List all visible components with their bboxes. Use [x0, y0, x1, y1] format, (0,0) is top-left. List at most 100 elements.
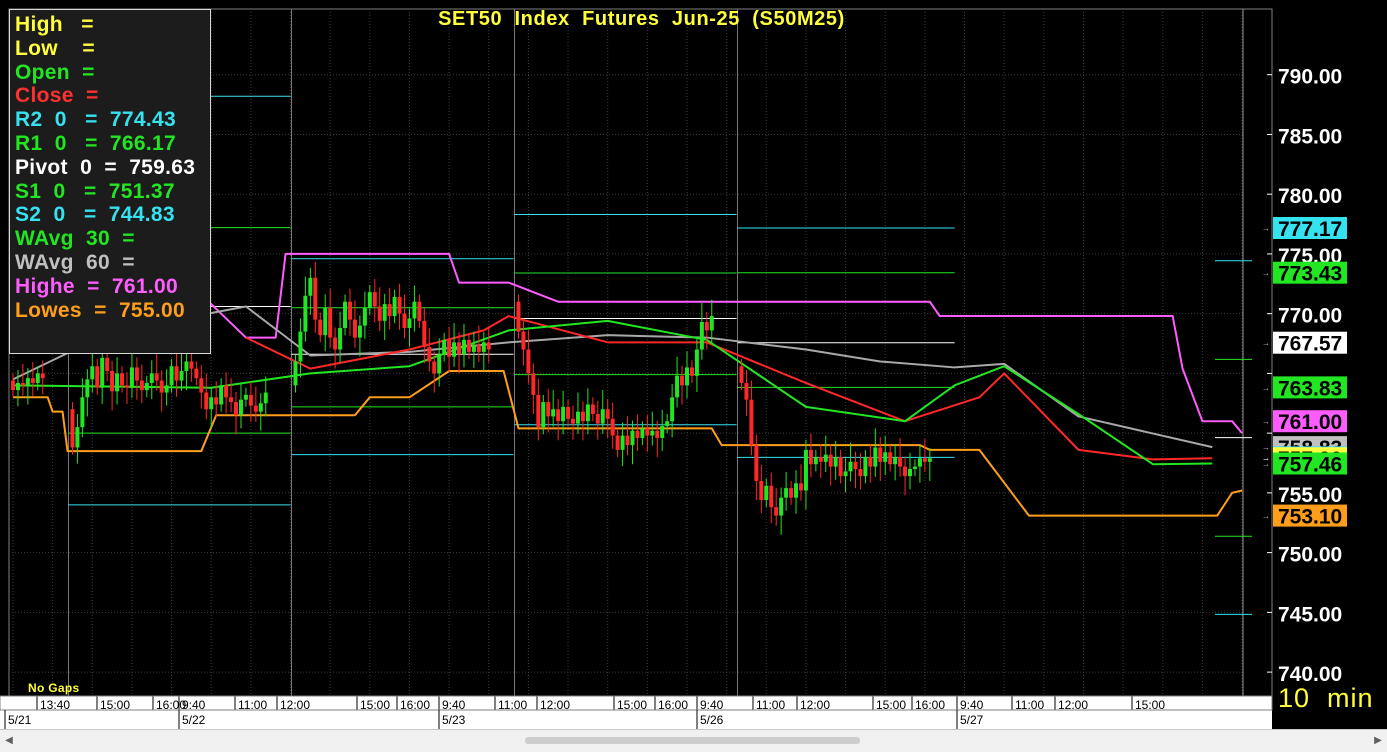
- candle-body: [898, 457, 903, 467]
- candle-body: [838, 457, 843, 477]
- candle-body: [883, 452, 888, 462]
- candle-body: [571, 418, 576, 424]
- candle-body: [229, 397, 234, 403]
- candle-body: [858, 468, 863, 477]
- info-line: S2 0 = 744.83: [15, 203, 175, 227]
- candle-body: [194, 368, 199, 379]
- candle-body: [447, 339, 452, 357]
- candle-body: [397, 296, 402, 314]
- candle-body: [769, 485, 774, 508]
- candle-body: [139, 380, 144, 391]
- date-tick-label: 5/26: [700, 713, 724, 727]
- candle-body: [610, 418, 615, 436]
- candle-body: [258, 403, 263, 412]
- date-tick-label: 5/23: [442, 713, 466, 727]
- candle-body: [833, 457, 838, 467]
- candle-body: [680, 375, 685, 386]
- candle-body: [551, 409, 556, 417]
- candle-body: [863, 457, 868, 477]
- candle-body: [615, 435, 620, 450]
- info-line: Close =: [15, 84, 99, 108]
- candle-body: [521, 331, 526, 350]
- price-arrow-icon: →: [1262, 339, 1270, 348]
- candle-body: [655, 430, 660, 438]
- candle-body: [675, 375, 680, 398]
- candle-body: [595, 414, 600, 424]
- candle-body: [536, 394, 541, 428]
- candle-body: [625, 435, 630, 446]
- price-label: 757.46: [1278, 453, 1342, 476]
- candle-body: [179, 371, 184, 381]
- scroll-left-arrow-icon[interactable]: ◀: [0, 730, 18, 752]
- candle-body: [689, 367, 694, 376]
- candle-body: [362, 307, 367, 326]
- candle-body: [144, 382, 149, 391]
- candle-body: [912, 466, 917, 469]
- candle-body: [774, 507, 779, 516]
- price-label: 767.57: [1278, 333, 1342, 356]
- no-gaps-label: No Gaps: [28, 681, 80, 695]
- candle-body: [848, 461, 853, 472]
- candle-body: [352, 319, 357, 338]
- scroll-right-arrow-icon[interactable]: ▶: [1369, 730, 1387, 752]
- candle-body: [798, 483, 803, 491]
- info-line: R2 0 = 774.43: [15, 108, 176, 132]
- candle-body: [471, 344, 476, 352]
- info-line: Highe = 761.00: [15, 274, 178, 298]
- candle-body: [303, 295, 308, 332]
- candle-body: [20, 382, 25, 386]
- candle-body: [754, 445, 759, 481]
- candle-body: [452, 342, 457, 357]
- candle-body: [546, 402, 551, 417]
- candle-body: [823, 454, 828, 462]
- candle-body: [323, 307, 328, 336]
- candle-body: [90, 366, 95, 380]
- candle-body: [199, 378, 204, 393]
- price-arrow-icon: →: [1262, 512, 1270, 521]
- candle-body: [407, 318, 412, 329]
- candle-body: [189, 361, 194, 369]
- candle-body: [566, 406, 571, 419]
- y-tick-label: 780.00: [1278, 185, 1342, 208]
- candle-body: [526, 349, 531, 374]
- candle-body: [888, 452, 893, 465]
- candle-body: [803, 449, 808, 491]
- y-tick-label: 785.00: [1278, 125, 1342, 148]
- info-line: High =: [15, 13, 94, 36]
- candle-body: [129, 367, 134, 388]
- candle-body: [461, 339, 466, 355]
- candle-body: [343, 301, 348, 329]
- price-label: 761.00: [1278, 411, 1342, 434]
- candle-body: [110, 371, 115, 392]
- horizontal-scrollbar[interactable]: ◀ ▶: [0, 729, 1387, 752]
- scrollbar-thumb[interactable]: [525, 737, 860, 744]
- candle-body: [214, 397, 219, 405]
- candle-body: [209, 397, 214, 410]
- candle-body: [219, 385, 224, 405]
- date-tick-label: 5/21: [8, 713, 32, 727]
- interval-label[interactable]: 10 min: [1278, 683, 1374, 714]
- candle-body: [808, 449, 813, 465]
- candle-body: [476, 344, 481, 352]
- candle-body: [917, 458, 922, 467]
- candle-body: [243, 394, 248, 400]
- y-tick-label: 755.00: [1278, 484, 1342, 507]
- candle-body: [927, 458, 932, 462]
- candle-body: [486, 342, 491, 350]
- candle-body: [105, 357, 110, 372]
- candle-body: [605, 409, 610, 419]
- info-line: S1 0 = 751.37: [15, 179, 175, 203]
- candle-body: [749, 399, 754, 446]
- candle-body: [377, 306, 382, 321]
- candle-body: [789, 488, 794, 498]
- info-line: Low =: [15, 36, 95, 60]
- candle-body: [11, 380, 15, 391]
- candle-body: [665, 421, 670, 426]
- candle-body: [585, 404, 590, 422]
- candle-body: [660, 425, 665, 438]
- candle-body: [293, 361, 298, 386]
- candle-body: [466, 339, 471, 352]
- candle-body: [174, 366, 179, 381]
- info-line: Pivot 0 = 759.63: [15, 155, 196, 179]
- candle-body: [120, 373, 125, 386]
